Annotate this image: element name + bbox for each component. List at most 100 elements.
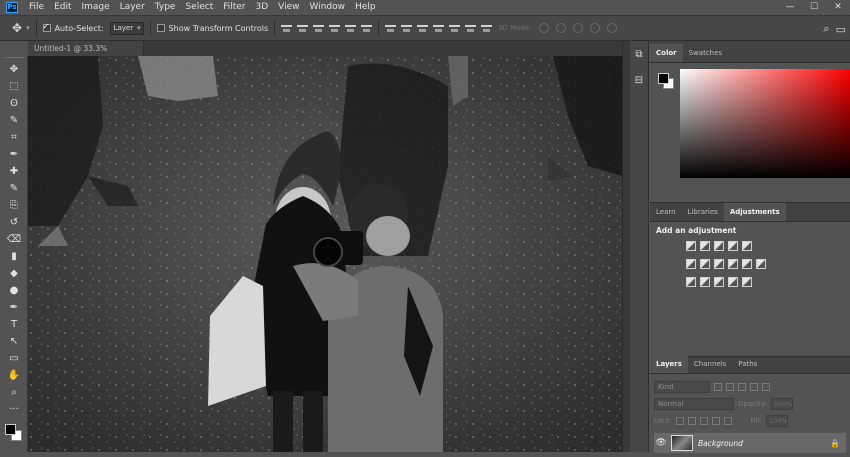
tab-channels[interactable]: Channels [688, 355, 732, 373]
smart-object-filter-icon[interactable] [762, 382, 770, 391]
close-icon[interactable]: ✕ [826, 0, 850, 15]
panel-dock-divider[interactable] [622, 41, 630, 452]
align-right-icon[interactable] [361, 24, 373, 33]
channel-mixer-icon[interactable] [742, 259, 752, 269]
eraser-tool-icon[interactable]: ⌫ [0, 231, 28, 248]
path-select-tool-icon[interactable]: ↖ [0, 333, 28, 350]
menu-edit[interactable]: Edit [49, 0, 76, 15]
gradient-tool-icon[interactable]: ▮ [0, 248, 28, 265]
exposure-icon[interactable] [728, 241, 738, 251]
align-top-icon[interactable] [281, 24, 293, 33]
move-tool-icon[interactable]: ✥ [12, 21, 22, 35]
lock-all-icon[interactable] [724, 416, 733, 425]
distribute-top-icon[interactable] [385, 24, 397, 33]
toolbar-grip[interactable] [4, 57, 23, 60]
selective-color-icon[interactable] [728, 277, 738, 287]
blur-tool-icon[interactable]: ◆ [0, 265, 28, 282]
vibrance-icon[interactable] [742, 241, 752, 251]
history-brush-tool-icon[interactable]: ↺ [0, 214, 28, 231]
pen-tool-icon[interactable]: ✒ [0, 299, 28, 316]
menu-filter[interactable]: Filter [218, 0, 250, 15]
menu-window[interactable]: Window [305, 0, 351, 15]
tab-swatches[interactable]: Swatches [683, 44, 728, 62]
distribute-hcenter-icon[interactable] [449, 24, 461, 33]
shape-filter-icon[interactable] [750, 382, 758, 391]
dodge-tool-icon[interactable]: ● [0, 282, 28, 299]
menu-layer[interactable]: Layer [115, 0, 150, 15]
align-hcenter-icon[interactable] [345, 24, 357, 33]
adjustment-filter-icon[interactable] [726, 382, 734, 391]
more-tools-icon[interactable]: ··· [0, 401, 28, 418]
posterize-icon[interactable] [700, 277, 710, 287]
color-balance-icon[interactable] [700, 259, 710, 269]
document-tab[interactable]: Untitled-1 @ 33.3% (RGB/8)× [28, 41, 144, 68]
curves-icon[interactable] [714, 241, 724, 251]
brush-tool-icon[interactable]: ✎ [0, 180, 28, 197]
hue-saturation-icon[interactable] [686, 259, 696, 269]
color-spectrum-picker[interactable] [680, 69, 850, 178]
fill-field[interactable]: 100% [766, 414, 789, 427]
tab-paths[interactable]: Paths [732, 355, 763, 373]
document-canvas[interactable] [28, 56, 622, 452]
opacity-field[interactable]: 100% [770, 397, 793, 410]
menu-help[interactable]: Help [350, 0, 381, 15]
menu-file[interactable]: File [24, 0, 49, 15]
foreground-color-swatch[interactable] [5, 424, 16, 435]
menu-3d[interactable]: 3D [251, 0, 274, 15]
healing-tool-icon[interactable]: ✚ [0, 163, 28, 180]
panel-foreground-swatch[interactable] [658, 73, 669, 84]
levels-icon[interactable] [700, 241, 710, 251]
maximize-icon[interactable]: ☐ [802, 0, 826, 15]
distribute-left-icon[interactable] [433, 24, 445, 33]
menu-type[interactable]: Type [150, 0, 181, 15]
lock-artboard-icon[interactable] [712, 416, 721, 425]
pixel-filter-icon[interactable] [714, 382, 722, 391]
type-filter-icon[interactable] [738, 382, 746, 391]
move-tool-icon[interactable]: ✥ [0, 61, 28, 78]
zoom-tool-icon[interactable]: ⌕ [0, 384, 28, 401]
lock-pixels-icon[interactable] [688, 416, 697, 425]
menu-view[interactable]: View [273, 0, 304, 15]
crop-tool-icon[interactable]: ⌗ [0, 129, 28, 146]
photo-filter-icon[interactable] [728, 259, 738, 269]
minimize-icon[interactable]: — [778, 0, 802, 15]
tab-color[interactable]: Color [650, 44, 683, 62]
distribute-bottom-icon[interactable] [417, 24, 429, 33]
layer-row-background[interactable]: 👁 Background 🔒 [654, 433, 846, 453]
menu-select[interactable]: Select [180, 0, 218, 15]
distribute-vcenter-icon[interactable] [401, 24, 413, 33]
tab-layers[interactable]: Layers [650, 355, 688, 373]
search-icon[interactable]: ⌕ [823, 22, 829, 36]
menu-image[interactable]: Image [77, 0, 115, 15]
layer-kind-filter[interactable]: Kind [654, 380, 710, 393]
tab-adjustments[interactable]: Adjustments [723, 203, 786, 221]
tab-learn[interactable]: Learn [650, 203, 682, 221]
invert-icon[interactable] [686, 277, 696, 287]
quick-select-tool-icon[interactable]: ✎ [0, 112, 28, 129]
tab-libraries[interactable]: Libraries [682, 203, 724, 221]
auto-align-icon[interactable] [481, 24, 493, 33]
lock-position-icon[interactable] [700, 416, 709, 425]
lock-transparency-icon[interactable] [676, 416, 685, 425]
auto-select-checkbox[interactable] [42, 22, 51, 32]
black-white-icon[interactable] [714, 259, 724, 269]
chevron-down-icon[interactable]: ▾ [26, 24, 30, 32]
threshold-icon[interactable] [714, 277, 724, 287]
align-bottom-icon[interactable] [313, 24, 325, 33]
transform-controls-checkbox[interactable] [156, 24, 165, 32]
properties-panel-icon[interactable]: ⊟ [630, 67, 648, 93]
gradient-map-icon[interactable] [742, 277, 752, 287]
history-panel-icon[interactable]: ⧉ [630, 41, 648, 67]
align-vcenter-icon[interactable] [297, 24, 309, 33]
align-left-icon[interactable] [329, 24, 341, 33]
brightness-contrast-icon[interactable] [686, 241, 696, 251]
auto-select-dropdown[interactable]: Layer [109, 21, 144, 35]
type-tool-icon[interactable]: T [0, 316, 28, 333]
hand-tool-icon[interactable]: ✋ [0, 367, 28, 384]
marquee-tool-icon[interactable]: ⬚ [0, 78, 28, 95]
eye-icon[interactable]: 👁 [654, 438, 668, 448]
distribute-right-icon[interactable] [465, 24, 477, 33]
blend-mode-dropdown[interactable]: Normal [654, 397, 734, 410]
eyedropper-tool-icon[interactable]: ✒ [0, 146, 28, 163]
lasso-tool-icon[interactable]: ʘ [0, 95, 28, 112]
